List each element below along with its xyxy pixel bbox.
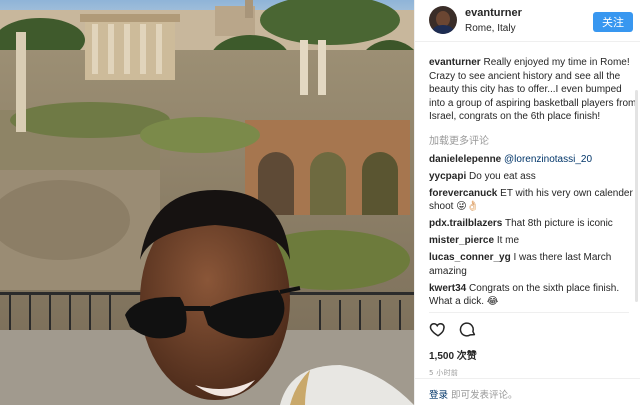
- comment-text: That 8th picture is iconic: [504, 218, 613, 229]
- avatar-shirt: [432, 25, 454, 34]
- comment-item: pdx.trailblazers That 8th picture is ico…: [429, 217, 639, 231]
- comment-text: Do you eat ass: [469, 170, 536, 182]
- post-sidebar: evanturner Rome, Italy 关注 evanturner Rea…: [414, 0, 640, 405]
- scrollbar-thumb[interactable]: [635, 90, 638, 302]
- post-actions: 1,500 次赞 5 小时前: [429, 312, 629, 378]
- comment-bubble-icon[interactable]: [459, 320, 477, 338]
- load-more-comments-link[interactable]: 加载更多评论: [429, 132, 639, 147]
- action-icons: [429, 319, 629, 339]
- caption-username[interactable]: evanturner: [429, 57, 481, 68]
- comment-username[interactable]: yycpapi: [429, 171, 466, 182]
- comment-mention[interactable]: @lorenzinotassi_20: [504, 154, 592, 165]
- like-heart-icon[interactable]: [429, 320, 447, 338]
- comments-scrollbar[interactable]: [635, 80, 638, 310]
- header-text: evanturner Rome, Italy: [465, 6, 593, 34]
- comment-username[interactable]: pdx.trailblazers: [429, 218, 502, 229]
- comment-username[interactable]: danielelepenne: [429, 154, 501, 165]
- follow-button[interactable]: 关注: [593, 12, 633, 32]
- likes-count[interactable]: 1,500 次赞: [429, 347, 629, 362]
- header-location[interactable]: Rome, Italy: [465, 23, 593, 34]
- login-to-comment-bar: 登录 即可发表评论。: [415, 378, 640, 405]
- post-timestamp[interactable]: 5 小时前: [429, 368, 629, 378]
- post-photo[interactable]: [0, 0, 414, 405]
- comment-item: mister_pierce It me: [429, 234, 639, 248]
- comment-item: yycpapi Do you eat ass: [429, 170, 639, 184]
- post-header: evanturner Rome, Italy 关注: [415, 0, 640, 42]
- comment-item: kwert34 Congrats on the sixth place fini…: [429, 282, 639, 309]
- comment-text: It me: [496, 235, 520, 246]
- comment-item: danielelepenne @lorenzinotassi_20: [429, 153, 639, 167]
- avatar[interactable]: [429, 6, 457, 34]
- comment-username[interactable]: mister_pierce: [429, 235, 494, 246]
- comment-item: lucas_conner_yg I was there last March a…: [429, 251, 639, 278]
- login-link[interactable]: 登录: [429, 390, 448, 401]
- header-username[interactable]: evanturner: [465, 7, 593, 19]
- comment-username[interactable]: forevercanuck: [429, 188, 497, 199]
- login-prompt-text: 即可发表评论。: [451, 390, 518, 401]
- instagram-post: evanturner Rome, Italy 关注 evanturner Rea…: [0, 0, 640, 405]
- comment-item: forevercanuck ET with his very own calen…: [429, 187, 639, 214]
- comment-username[interactable]: lucas_conner_yg: [429, 252, 511, 263]
- caption: evanturner Really enjoyed my time in Rom…: [429, 56, 639, 124]
- comment-username[interactable]: kwert34: [429, 283, 466, 294]
- selfie-at-roman-forum-image: [0, 0, 414, 405]
- comments-panel[interactable]: evanturner Really enjoyed my time in Rom…: [429, 56, 639, 308]
